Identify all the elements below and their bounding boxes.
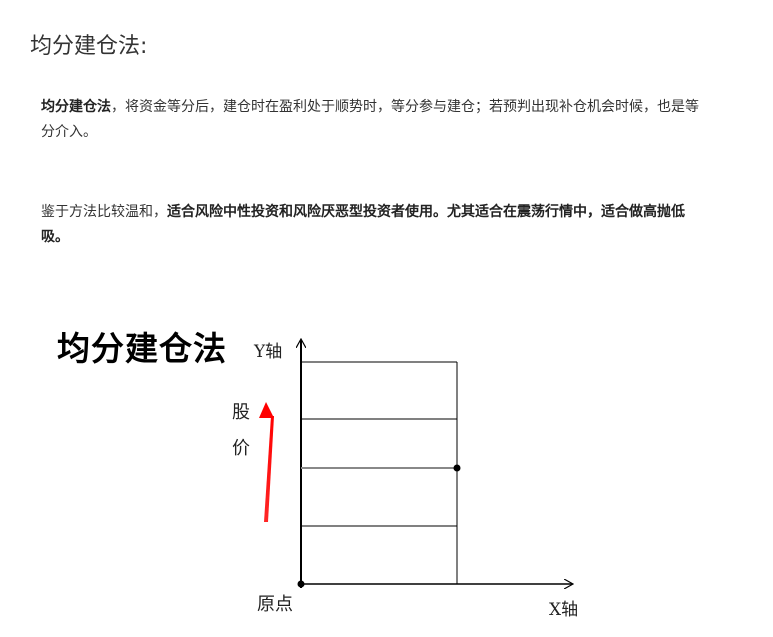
paragraph-definition-text: ，将资金等分后，建仓时在盈利处于顺势时，等分参与建仓；若预判出现补仓机会时候，也… bbox=[41, 99, 699, 140]
price-arrow-shaft bbox=[264, 416, 274, 522]
paragraph-definition: 均分建仓法，将资金等分后，建仓时在盈利处于顺势时，等分参与建仓；若预判出现补仓机… bbox=[41, 95, 709, 145]
price-arrow-head bbox=[259, 402, 274, 418]
origin-dot bbox=[297, 580, 305, 588]
y-axis-label: Y轴 bbox=[254, 342, 283, 362]
diagram-title: 均分建仓法 bbox=[57, 329, 227, 368]
paragraph-suitability-lead: 鉴于方法比较温和， bbox=[41, 204, 167, 220]
paragraph-definition-bold: 均分建仓法 bbox=[41, 99, 111, 115]
diagram-figure: 均分建仓法 Y轴 X轴 原点 股 价 bbox=[0, 310, 773, 637]
origin-label: 原点 bbox=[257, 594, 293, 615]
paragraph-suitability: 鉴于方法比较温和，适合风险中性投资和风险厌恶型投资者使用。尤其适合在震荡行情中，… bbox=[41, 200, 709, 250]
price-label-char-1: 股 bbox=[232, 402, 250, 423]
x-axis-label: X轴 bbox=[549, 600, 579, 620]
midpoint-dot bbox=[453, 464, 461, 472]
price-label-char-2: 价 bbox=[232, 438, 250, 459]
section-heading: 均分建仓法: bbox=[30, 34, 148, 59]
